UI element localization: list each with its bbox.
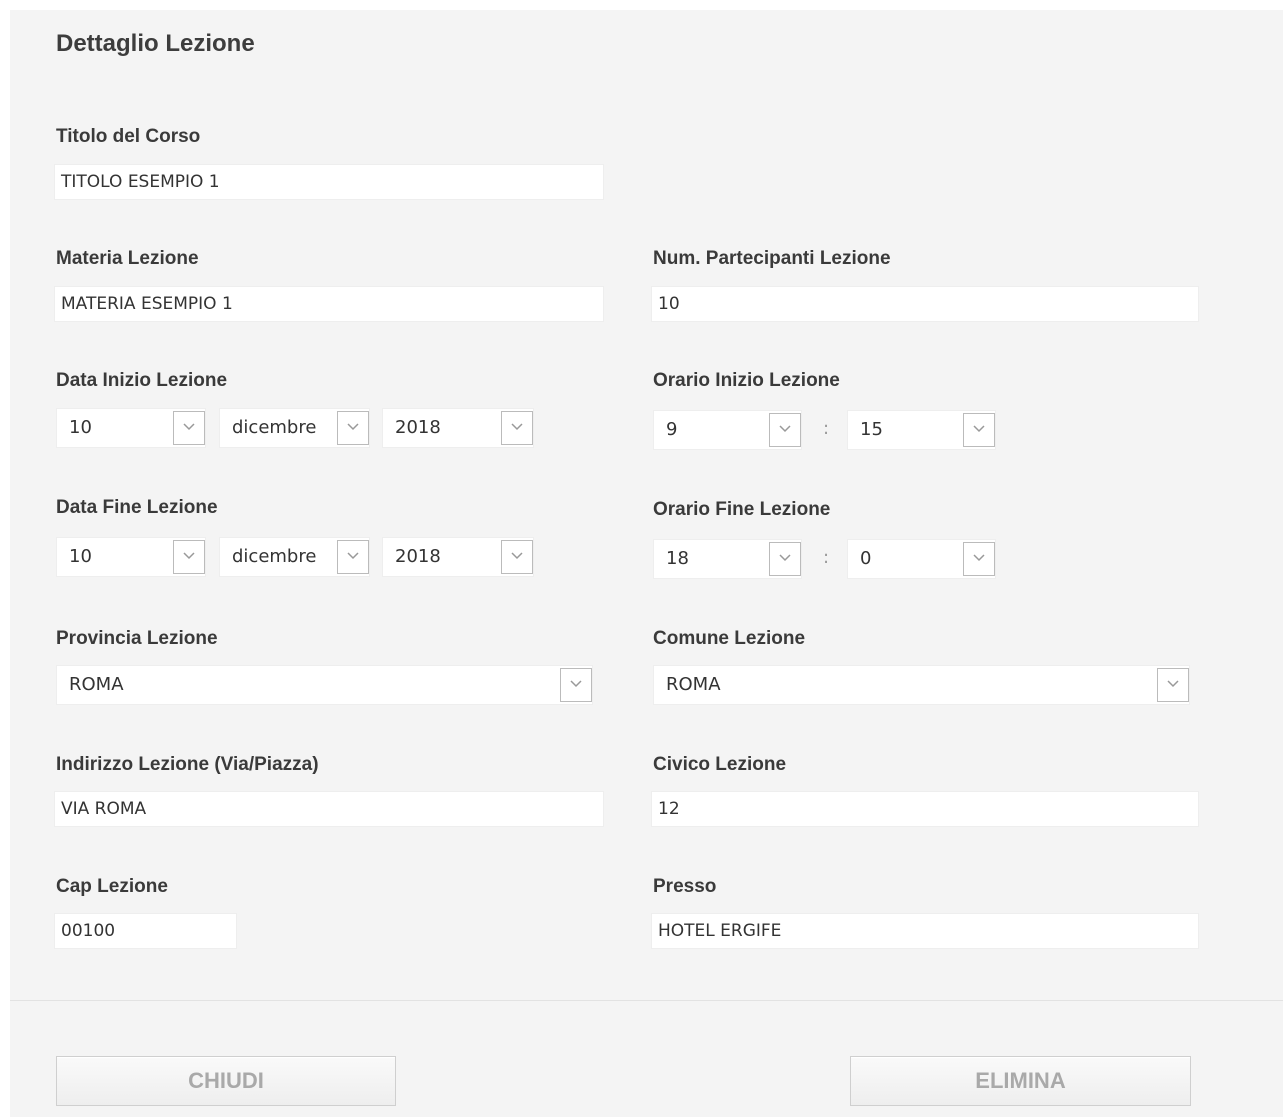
venue-field[interactable]: HOTEL ERGIFE xyxy=(651,913,1199,949)
course-title-label: Titolo del Corso xyxy=(56,126,201,147)
province-value: ROMA xyxy=(69,674,124,695)
start-year-value: 2018 xyxy=(395,417,441,438)
chevron-down-icon[interactable] xyxy=(501,540,533,574)
municipality-label: Comune Lezione xyxy=(653,628,806,649)
chevron-down-icon[interactable] xyxy=(963,542,995,576)
postal-code-label: Cap Lezione xyxy=(56,876,168,897)
chevron-down-icon[interactable] xyxy=(501,411,533,445)
end-minute-value: 0 xyxy=(860,548,872,569)
chevron-down-icon[interactable] xyxy=(173,540,205,574)
start-hour-select[interactable]: 9 xyxy=(653,410,802,450)
delete-button[interactable]: ELIMINA xyxy=(850,1056,1191,1106)
course-title-field[interactable]: TITOLO ESEMPIO 1 xyxy=(54,164,604,200)
participants-field[interactable]: 10 xyxy=(651,286,1199,322)
end-date-label: Data Fine Lezione xyxy=(56,497,218,518)
chevron-down-icon[interactable] xyxy=(769,413,801,447)
street-number-field[interactable]: 12 xyxy=(651,791,1199,827)
end-time-label: Orario Fine Lezione xyxy=(653,499,831,520)
municipality-value: ROMA xyxy=(666,674,721,695)
start-minute-select[interactable]: 15 xyxy=(847,410,996,450)
end-month-select[interactable]: dicembre xyxy=(219,537,370,577)
time-separator: : xyxy=(823,547,830,568)
start-minute-value: 15 xyxy=(860,419,883,440)
venue-label: Presso xyxy=(653,876,717,897)
end-year-value: 2018 xyxy=(395,546,441,567)
province-select[interactable]: ROMA xyxy=(56,665,593,705)
end-day-value: 10 xyxy=(69,546,92,567)
start-month-select[interactable]: dicembre xyxy=(219,408,370,448)
end-day-select[interactable]: 10 xyxy=(56,537,206,577)
chevron-down-icon[interactable] xyxy=(337,540,369,574)
time-separator: : xyxy=(823,418,830,439)
end-year-select[interactable]: 2018 xyxy=(382,537,534,577)
postal-code-field[interactable]: 00100 xyxy=(54,913,237,949)
chevron-down-icon[interactable] xyxy=(173,411,205,445)
chevron-down-icon[interactable] xyxy=(1157,668,1189,702)
municipality-select[interactable]: ROMA xyxy=(653,665,1190,705)
address-field[interactable]: VIA ROMA xyxy=(54,791,604,827)
page-title: Dettaglio Lezione xyxy=(56,30,255,57)
address-label: Indirizzo Lezione (Via/Piazza) xyxy=(56,754,319,775)
start-date-label: Data Inizio Lezione xyxy=(56,370,228,391)
end-hour-value: 18 xyxy=(666,548,689,569)
subject-field[interactable]: MATERIA ESEMPIO 1 xyxy=(54,286,604,322)
chevron-down-icon[interactable] xyxy=(769,542,801,576)
end-month-value: dicembre xyxy=(232,546,317,567)
start-hour-value: 9 xyxy=(666,419,678,440)
chevron-down-icon[interactable] xyxy=(963,413,995,447)
street-number-label: Civico Lezione xyxy=(653,754,787,775)
subject-label: Materia Lezione xyxy=(56,248,199,269)
start-month-value: dicembre xyxy=(232,417,317,438)
province-label: Provincia Lezione xyxy=(56,628,218,649)
start-year-select[interactable]: 2018 xyxy=(382,408,534,448)
end-hour-select[interactable]: 18 xyxy=(653,539,802,579)
participants-label: Num. Partecipanti Lezione xyxy=(653,248,891,269)
start-day-select[interactable]: 10 xyxy=(56,408,206,448)
start-time-label: Orario Inizio Lezione xyxy=(653,370,840,391)
end-minute-select[interactable]: 0 xyxy=(847,539,996,579)
footer-divider xyxy=(10,1000,1283,1001)
chevron-down-icon[interactable] xyxy=(560,668,592,702)
chevron-down-icon[interactable] xyxy=(337,411,369,445)
start-day-value: 10 xyxy=(69,417,92,438)
close-button[interactable]: CHIUDI xyxy=(56,1056,396,1106)
